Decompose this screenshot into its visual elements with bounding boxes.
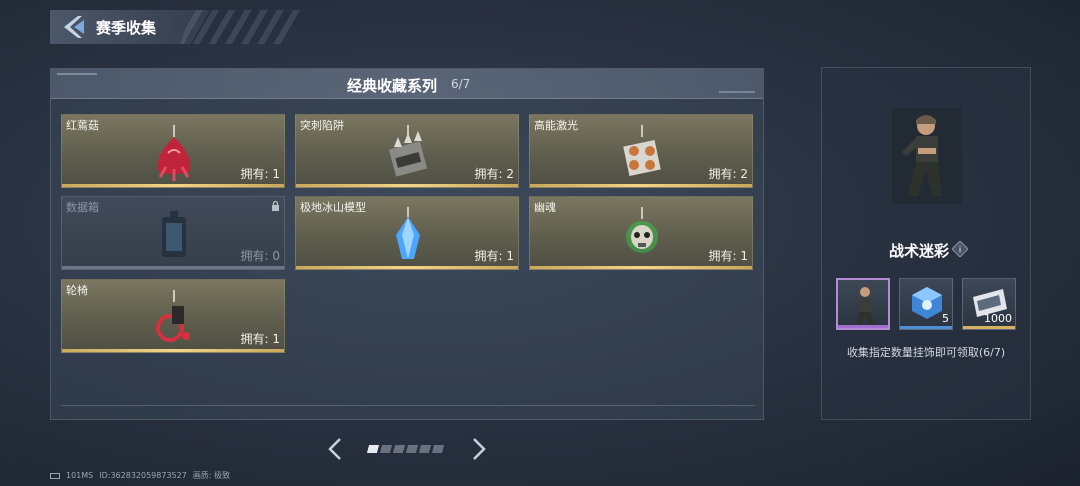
panel-header: 经典收藏系列 6/7 (51, 69, 763, 99)
collection-card-ghost[interactable]: 幽魂 拥有: 1 (529, 196, 753, 270)
page-dot[interactable] (366, 445, 380, 453)
card-owned-count: 拥有: 1 (474, 249, 515, 263)
back-arrow-icon (64, 16, 84, 38)
reward-panel: 战术迷彩 i 5 1000 收集指定数量挂饰即可领取(6/7) (821, 67, 1031, 420)
pagination (326, 437, 486, 463)
collection-card-red-mushroom[interactable]: 红蔫菇 拥有: 1 (61, 114, 285, 188)
collection-card-wheelchair[interactable]: 轮椅 拥有: 1 (61, 279, 285, 353)
reward-slot-ticket[interactable]: 1000 (962, 278, 1016, 330)
collection-card-data-box[interactable]: 数据箱 拥有: 0 (61, 196, 285, 270)
character-skin-icon (856, 287, 874, 324)
top-bar-stripes (180, 10, 300, 44)
lock-icon (272, 201, 279, 211)
slot-quantity: 1000 (984, 312, 1012, 325)
battery-icon (50, 472, 60, 479)
spike-trap-charm-icon (388, 125, 428, 177)
panel-divider (61, 405, 755, 406)
page-dot[interactable] (418, 445, 432, 453)
prev-page-arrow-icon[interactable] (326, 437, 344, 461)
iceberg-charm-icon (396, 207, 420, 259)
back-button[interactable] (60, 14, 88, 40)
panel-title: 经典收藏系列 (347, 77, 438, 95)
info-icon[interactable]: i (952, 241, 968, 257)
status-footer: 101MS ID:362832059873527 画质: 极致 (50, 470, 236, 481)
quality-setting: 画质: 极致 (192, 471, 231, 480)
card-owned-count: 拥有: 2 (474, 167, 515, 181)
slot-quantity: 5 (942, 312, 949, 325)
card-owned-count: 拥有: 0 (240, 249, 281, 263)
card-name: 数据箱 (66, 201, 99, 214)
panel-count: 6/7 (451, 77, 471, 91)
red-mushroom-charm-icon (157, 125, 191, 181)
laser-charm-icon (623, 125, 661, 176)
page-dot[interactable] (431, 445, 445, 453)
ping-value: 101MS (66, 471, 94, 480)
ghost-skull-charm-icon (626, 207, 658, 253)
collection-card-polar-iceberg[interactable]: 极地冰山模型 拥有: 1 (295, 196, 519, 270)
svg-text:i: i (959, 246, 962, 256)
character-portrait (892, 108, 962, 204)
card-owned-count: 拥有: 1 (708, 249, 749, 263)
collection-panel: 经典收藏系列 6/7 红蔫菇 拥有: 1 突刺陷阱 拥有: 2 高能激光 拥有:… (50, 68, 764, 420)
player-id: ID:362832059873527 (99, 471, 187, 480)
card-name: 高能激光 (534, 119, 578, 132)
card-name: 红蔫菇 (66, 119, 99, 132)
card-name: 幽魂 (534, 201, 556, 214)
next-page-arrow-icon[interactable] (470, 437, 488, 461)
header-decoration (719, 91, 755, 93)
page-title: 赛季收集 (96, 19, 157, 37)
page-dot[interactable] (379, 445, 393, 453)
reward-name: 战术迷彩 (888, 242, 949, 260)
wheelchair-charm-icon (156, 290, 190, 342)
data-box-charm-icon (162, 211, 186, 257)
card-owned-count: 拥有: 1 (240, 332, 281, 346)
collection-card-high-energy-laser[interactable]: 高能激光 拥有: 2 (529, 114, 753, 188)
card-owned-count: 拥有: 1 (240, 167, 281, 181)
reward-slot-skin[interactable] (836, 278, 890, 330)
page-dots (366, 445, 445, 453)
claim-hint: 收集指定数量挂饰即可领取(6/7) (846, 346, 1006, 359)
reward-slot-crystal-box[interactable]: 5 (899, 278, 953, 330)
card-name: 极地冰山模型 (300, 201, 366, 214)
page-dot[interactable] (392, 445, 406, 453)
card-name: 轮椅 (66, 284, 88, 297)
page-dot[interactable] (405, 445, 419, 453)
header-decoration (57, 73, 97, 75)
card-owned-count: 拥有: 2 (708, 167, 749, 181)
card-name: 突刺陷阱 (300, 119, 344, 132)
collection-card-spike-trap[interactable]: 突刺陷阱 拥有: 2 (295, 114, 519, 188)
